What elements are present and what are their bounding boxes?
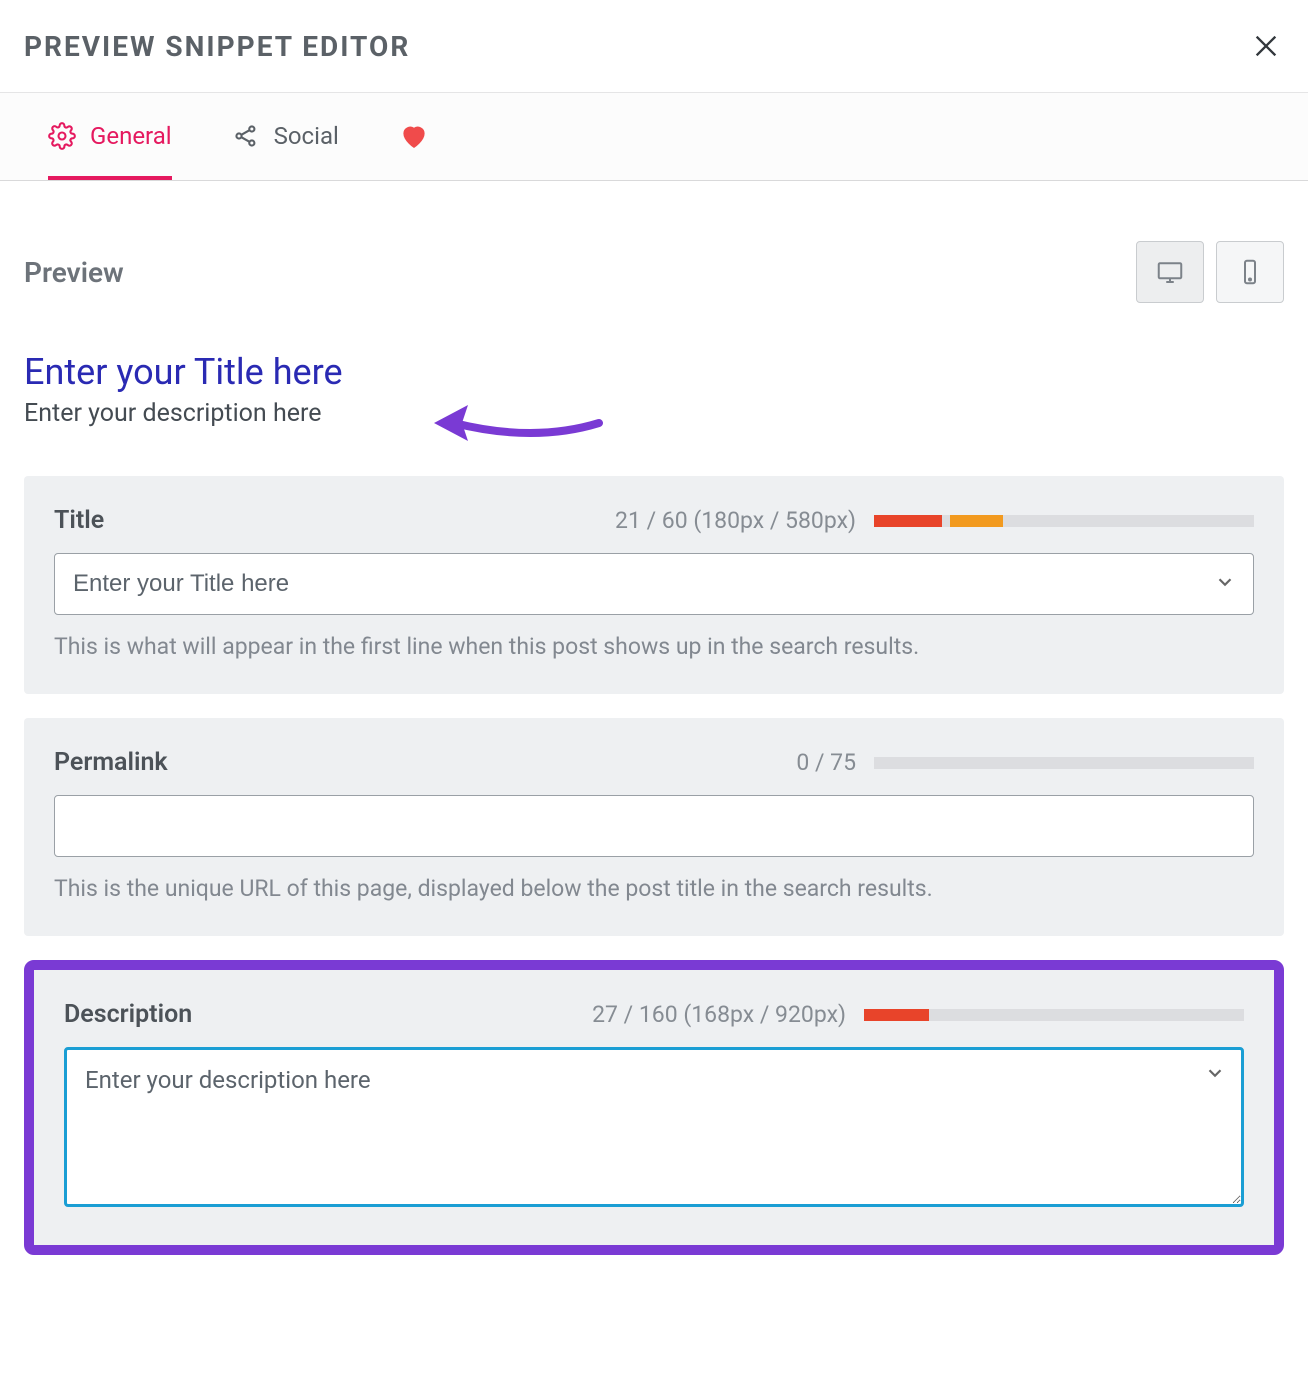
editor-content: Preview Enter your Title here Enter your… bbox=[0, 181, 1308, 1279]
title-label: Title bbox=[54, 506, 104, 535]
close-button[interactable] bbox=[1248, 28, 1284, 64]
heart-icon bbox=[399, 121, 427, 149]
device-desktop-button[interactable] bbox=[1136, 241, 1204, 303]
mobile-icon bbox=[1233, 257, 1267, 287]
preview-header-row: Preview bbox=[24, 241, 1284, 303]
tab-general-label: General bbox=[90, 122, 172, 150]
tab-general[interactable]: General bbox=[48, 94, 172, 180]
title-panel: Title 21 / 60 (180px / 580px) This is wh… bbox=[24, 476, 1284, 694]
tab-bar: General Social bbox=[0, 93, 1308, 181]
description-input[interactable] bbox=[64, 1047, 1244, 1207]
device-toggle bbox=[1136, 241, 1284, 303]
snippet-preview-title: Enter your Title here bbox=[24, 351, 1284, 393]
description-counter: 27 / 160 (168px / 920px) bbox=[592, 1001, 846, 1028]
preview-label: Preview bbox=[24, 256, 124, 289]
tab-social[interactable]: Social bbox=[232, 94, 339, 180]
editor-header: PREVIEW SNIPPET EDITOR bbox=[0, 0, 1308, 93]
close-icon bbox=[1252, 32, 1280, 60]
tab-social-label: Social bbox=[274, 122, 339, 150]
title-counter: 21 / 60 (180px / 580px) bbox=[615, 507, 856, 534]
snippet-preview: Enter your Title here Enter your descrip… bbox=[24, 351, 1284, 428]
title-field-wrap bbox=[54, 553, 1254, 615]
description-highlight: Description 27 / 160 (168px / 920px) bbox=[24, 960, 1284, 1255]
permalink-label: Permalink bbox=[54, 748, 168, 777]
annotation-arrow-icon bbox=[434, 393, 604, 453]
permalink-input[interactable] bbox=[54, 795, 1254, 857]
description-meter bbox=[864, 1009, 1244, 1021]
permalink-counter: 0 / 75 bbox=[796, 749, 856, 776]
permalink-meter bbox=[874, 757, 1254, 769]
description-label: Description bbox=[64, 1000, 192, 1029]
tab-heart[interactable] bbox=[399, 93, 427, 181]
snippet-preview-description: Enter your description here bbox=[24, 399, 1284, 428]
gear-icon bbox=[48, 122, 76, 150]
editor-title: PREVIEW SNIPPET EDITOR bbox=[24, 30, 410, 63]
share-icon bbox=[232, 122, 260, 150]
description-panel: Description 27 / 160 (168px / 920px) bbox=[34, 970, 1274, 1245]
desktop-icon bbox=[1153, 257, 1187, 287]
description-field-wrap bbox=[64, 1047, 1244, 1211]
title-helper: This is what will appear in the first li… bbox=[54, 633, 1254, 660]
title-input[interactable] bbox=[54, 553, 1254, 615]
device-mobile-button[interactable] bbox=[1216, 241, 1284, 303]
permalink-panel: Permalink 0 / 75 This is the unique URL … bbox=[24, 718, 1284, 936]
permalink-field-wrap bbox=[54, 795, 1254, 857]
title-meter bbox=[874, 515, 1254, 527]
permalink-helper: This is the unique URL of this page, dis… bbox=[54, 875, 1254, 902]
